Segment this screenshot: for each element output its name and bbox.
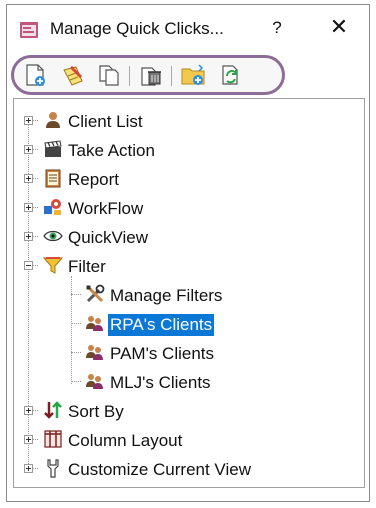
eye-icon [43,230,63,242]
edit-icon[interactable] [60,62,86,88]
tree-item-label: PAM's Clients [110,344,215,363]
tree-item-label: QuickView [68,228,148,247]
tree-item-take-action[interactable]: Take Action [14,137,364,163]
tree-item-label: Manage Filters [110,286,223,305]
manage-quick-clicks-dialog: Manage Quick Clicks... ? ✕ Client List T… [6,4,370,502]
close-button[interactable]: ✕ [327,14,351,40]
tree-item-mlj-clients[interactable]: MLJ's Clients [14,369,364,395]
collapse-icon[interactable] [24,261,33,270]
new-icon[interactable] [22,62,48,88]
clients-filter-icon [86,374,103,389]
window-title: Manage Quick Clicks... [50,19,224,38]
tools-icon [86,284,105,303]
tree-item-rpa-clients[interactable]: RPA's Clients [14,311,364,337]
expand-icon[interactable] [24,174,33,183]
tree-connector [71,352,81,353]
tree-item-label: Customize Current View [68,460,251,479]
clients-filter-icon [86,316,103,331]
tree-item-report[interactable]: Report [14,166,364,192]
tree-item-label: Sort By [68,402,124,421]
toolbar [11,55,285,95]
copy-icon[interactable] [96,62,122,88]
tree-item-quickview[interactable]: QuickView [14,224,364,250]
expand-icon[interactable] [24,232,33,241]
tree-item-filter[interactable]: Filter [14,253,364,279]
toolbar-separator [171,66,172,86]
tree-item-label: WorkFlow [68,199,144,218]
expand-icon[interactable] [24,464,33,473]
tree-connector [71,381,81,382]
wrench-icon [47,459,59,478]
title-bar: Manage Quick Clicks... ? ✕ [7,5,369,53]
delete-icon[interactable] [138,62,164,88]
workflow-icon [44,199,61,215]
sort-icon [44,401,62,419]
columns-icon [44,430,62,448]
filter-icon [43,257,63,274]
tree-item-client-list[interactable]: Client List [14,108,364,134]
expand-icon[interactable] [24,145,33,154]
expand-icon[interactable] [24,435,33,444]
tree-item-label: RPA's Clients [108,314,215,336]
app-icon [20,22,38,38]
quick-clicks-tree[interactable]: Client List Take Action Report WorkFlow … [13,98,365,488]
tree-item-label: Filter [68,257,106,276]
tree-connector [71,294,81,295]
toolbar-separator [129,66,130,86]
tree-item-customize-current-view[interactable]: Customize Current View [14,456,364,482]
tree-item-label: Column Layout [68,431,183,450]
tree-item-sort-by[interactable]: Sort By [14,398,364,424]
tree-item-column-layout[interactable]: Column Layout [14,427,364,453]
tree-connector [71,323,81,324]
tree-item-pam-clients[interactable]: PAM's Clients [14,340,364,366]
expand-icon[interactable] [24,406,33,415]
tree-item-manage-filters[interactable]: Manage Filters [14,282,364,308]
refresh-icon[interactable] [218,62,244,88]
tree-item-label: Client List [68,112,143,131]
clapper-icon [44,140,62,157]
tree-item-label: MLJ's Clients [110,373,211,392]
clients-filter-icon [86,345,103,360]
expand-icon[interactable] [24,116,33,125]
tree-item-workflow[interactable]: WorkFlow [14,195,364,221]
client-icon [46,112,60,128]
folder-add-icon[interactable] [180,62,206,88]
help-button[interactable]: ? [269,18,285,38]
expand-icon[interactable] [24,203,33,212]
tree-item-label: Report [68,170,120,189]
report-icon [45,169,61,188]
tree-item-label: Take Action [68,141,155,160]
